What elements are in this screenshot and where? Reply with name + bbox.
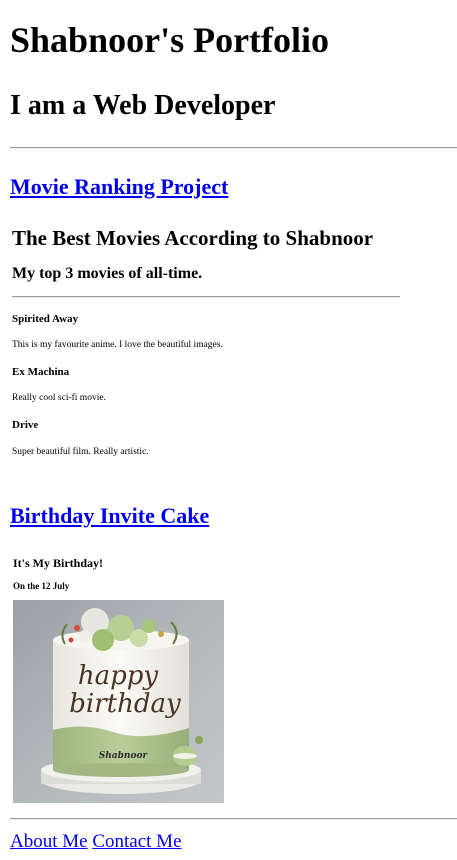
- birthday-date: On the 12 July: [13, 581, 70, 591]
- movie-title: Spirited Away: [12, 313, 79, 325]
- birthday-heading: It's My Birthday!: [13, 556, 103, 570]
- divider-top: [10, 147, 457, 149]
- movie-description: Really cool sci-fi movie.: [12, 393, 106, 403]
- page-subtitle: I am a Web Developer: [10, 90, 276, 121]
- movie-description: This is my favourite anime. I love the b…: [12, 340, 223, 350]
- footer-nav: About Me Contact Me: [10, 830, 182, 854]
- about-me-link[interactable]: About Me: [10, 831, 88, 852]
- birthday-invite-cake-link[interactable]: Birthday Invite Cake: [10, 503, 209, 529]
- movie-title: Drive: [12, 419, 39, 431]
- movie-ranking-project-link[interactable]: Movie Ranking Project: [10, 174, 228, 200]
- page-title: Shabnoor's Portfolio: [10, 20, 330, 60]
- divider-bottom: [10, 818, 457, 820]
- cake-script-happy: happy: [78, 661, 159, 691]
- cake-band-name: Shabnoor: [99, 751, 149, 761]
- contact-me-link[interactable]: Contact Me: [92, 831, 181, 852]
- movie-description: Super beautiful film. Really artistic.: [12, 447, 149, 457]
- movie-section-heading: The Best Movies According to Shabnoor: [12, 226, 374, 250]
- birthday-cake-image: happy birthday Shabnoor: [13, 600, 224, 803]
- movie-section-subheading: My top 3 movies of all-time.: [12, 265, 203, 282]
- movie-divider: [12, 296, 400, 298]
- cake-script-birthday: birthday: [69, 689, 181, 719]
- movie-title: Ex Machina: [12, 366, 70, 378]
